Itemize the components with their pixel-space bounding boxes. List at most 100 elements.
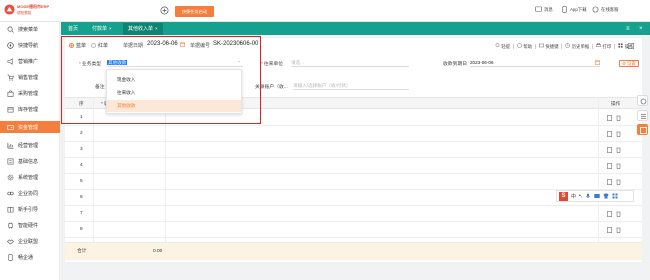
toolbar-hotkey[interactable]: 快捷键 [539,43,558,50]
table-row[interactable]: 5 [65,174,642,190]
row-number: 5 [80,179,83,184]
ime-toolbar: S 中 •, [556,190,634,202]
settle-account-input[interactable]: 请输入/选择账户（收/付款） [293,82,409,90]
sidebar-item-marketing[interactable]: 营销推广 [0,55,60,67]
trash-icon[interactable] [616,227,621,233]
sidebar-item-search[interactable]: 搜索菜单 [0,23,60,35]
tab-home[interactable]: 首页 [63,23,83,35]
table-row[interactable]: 2 [65,126,642,142]
sidebar-item-funds[interactable]: 资金管理 [0,121,60,133]
sidebar-item-label: 销售管理 [18,74,39,81]
sidebar-item-changqitong[interactable]: 畅企通 [0,251,60,263]
settings-button[interactable]: ⚙ 设置 [619,60,639,67]
tab-payment[interactable]: 付款单 × [87,23,117,35]
float-list-button[interactable] [637,110,648,121]
sidebar-item-label: 企业协同 [18,190,39,197]
toolbar-tip[interactable]: 轻提 [495,43,510,50]
add-circle-icon[interactable] [160,6,169,15]
settings-button-label: 设置 [627,61,636,66]
total-label: 合计 [77,249,87,254]
tab-label: 付款单 [92,26,108,32]
history-icon [565,43,571,48]
counterparty-input[interactable]: 请选... [291,59,409,67]
trash-icon[interactable] [616,147,621,153]
sidebar-item-system[interactable]: 系统管理 [0,171,60,183]
tab-close-all-icon[interactable]: × [639,23,643,35]
bag-icon [7,89,14,97]
microphone-icon[interactable] [585,193,591,199]
table-row[interactable]: 8 [65,222,642,238]
toolbar-history[interactable]: 历史单据 [565,43,589,50]
sidebar-item-label: 智能硬件 [18,222,39,229]
float-share-button[interactable] [637,95,648,106]
copy-icon[interactable] [607,227,612,233]
tab-label: 其他收入单 [128,26,154,32]
sidebar-item-inventory[interactable]: 库存管理 [0,103,60,115]
trash-icon[interactable] [616,163,621,169]
toolbar-help-label: 帮助 [523,44,533,49]
compass-icon [7,41,14,49]
tab-close-icon[interactable]: × [155,26,158,31]
trash-icon[interactable] [616,211,621,217]
collapse-icon[interactable] [628,43,634,49]
cart-icon [7,74,14,81]
tab-label: 首页 [68,26,79,32]
headset-icon [592,6,599,13]
online-service-link[interactable]: 在线客服 [592,6,619,13]
trash-icon[interactable] [616,179,621,185]
toolbar-divider [592,44,594,49]
sidebar-item-purchase[interactable]: 采购管理 [0,87,60,99]
message-link[interactable]: 消息 [535,6,553,13]
toolbox-icon[interactable] [612,193,618,199]
sogou-logo-icon[interactable]: S [559,191,568,201]
calendar-icon[interactable] [595,60,600,65]
receipt-date-label: 收款到期日 [443,62,467,67]
row-number: 6 [80,195,83,200]
table-row[interactable]: 7 [65,206,642,222]
column-divider [598,97,599,242]
skin-icon[interactable] [603,193,609,199]
sidebar-item-label: 库存管理 [18,106,39,113]
tab-other-income[interactable]: 其他收入单 × [123,23,163,35]
row-actions [607,115,621,121]
sidebar-item-quick-nav[interactable]: 快捷导航 [0,39,60,51]
sidebar-item-label: 畅企通 [18,254,34,261]
tab-menu-icon[interactable]: ≡ [626,23,630,35]
copy-icon[interactable] [607,179,612,185]
copy-icon[interactable] [607,163,612,169]
ime-punct-icon[interactable]: •, [579,193,582,199]
toolbar-print[interactable]: 打印 [596,43,611,50]
sidebar-item-guide[interactable]: 新手引导 [0,203,60,215]
trash-icon[interactable] [616,131,621,137]
toolbar-help[interactable]: 帮助 [517,43,532,50]
sidebar-item-collab[interactable]: 企业协同 [0,187,60,199]
help-icon [517,43,522,48]
copy-icon[interactable] [607,211,612,217]
table-row[interactable]: 4 [65,158,642,174]
float-feedback-button[interactable] [637,124,648,135]
sidebar-item-label: 系统管理 [18,174,39,181]
shortcut-task-button[interactable]: 快捷任务启动 [175,6,214,17]
row-actions [607,131,621,137]
receipt-date-input[interactable]: 2023-06-06 [470,59,600,67]
copy-icon[interactable] [607,131,612,137]
message-icon [535,6,542,12]
sidebar-item-sales[interactable]: 销售管理 [0,71,60,83]
message-label: 消息 [544,6,553,12]
sidebar-item-operations[interactable]: 经营管理 [0,139,60,151]
sidebar-item-hardware[interactable]: 智能硬件 [0,219,60,231]
keyboard-icon[interactable] [594,193,600,199]
tab-close-icon[interactable]: × [109,26,112,31]
app-download-link[interactable]: App下载 [561,6,587,13]
app-logo[interactable]: MODE德阳市ERP 德阳蜀智 [4,3,56,19]
total-row: 合计 0.00 [65,242,642,260]
sidebar-item-basic-info[interactable]: 基础信息 [0,155,60,167]
sidebar-item-alliance[interactable]: 企业联盟 [0,235,60,247]
app-download-label: App下载 [570,6,587,12]
copy-icon[interactable] [607,115,612,121]
ime-chinese-icon[interactable]: 中 [571,193,576,200]
trash-icon[interactable] [616,115,621,121]
copy-icon[interactable] [607,147,612,153]
row-number: 4 [80,163,83,168]
table-row[interactable]: 3 [65,142,642,158]
